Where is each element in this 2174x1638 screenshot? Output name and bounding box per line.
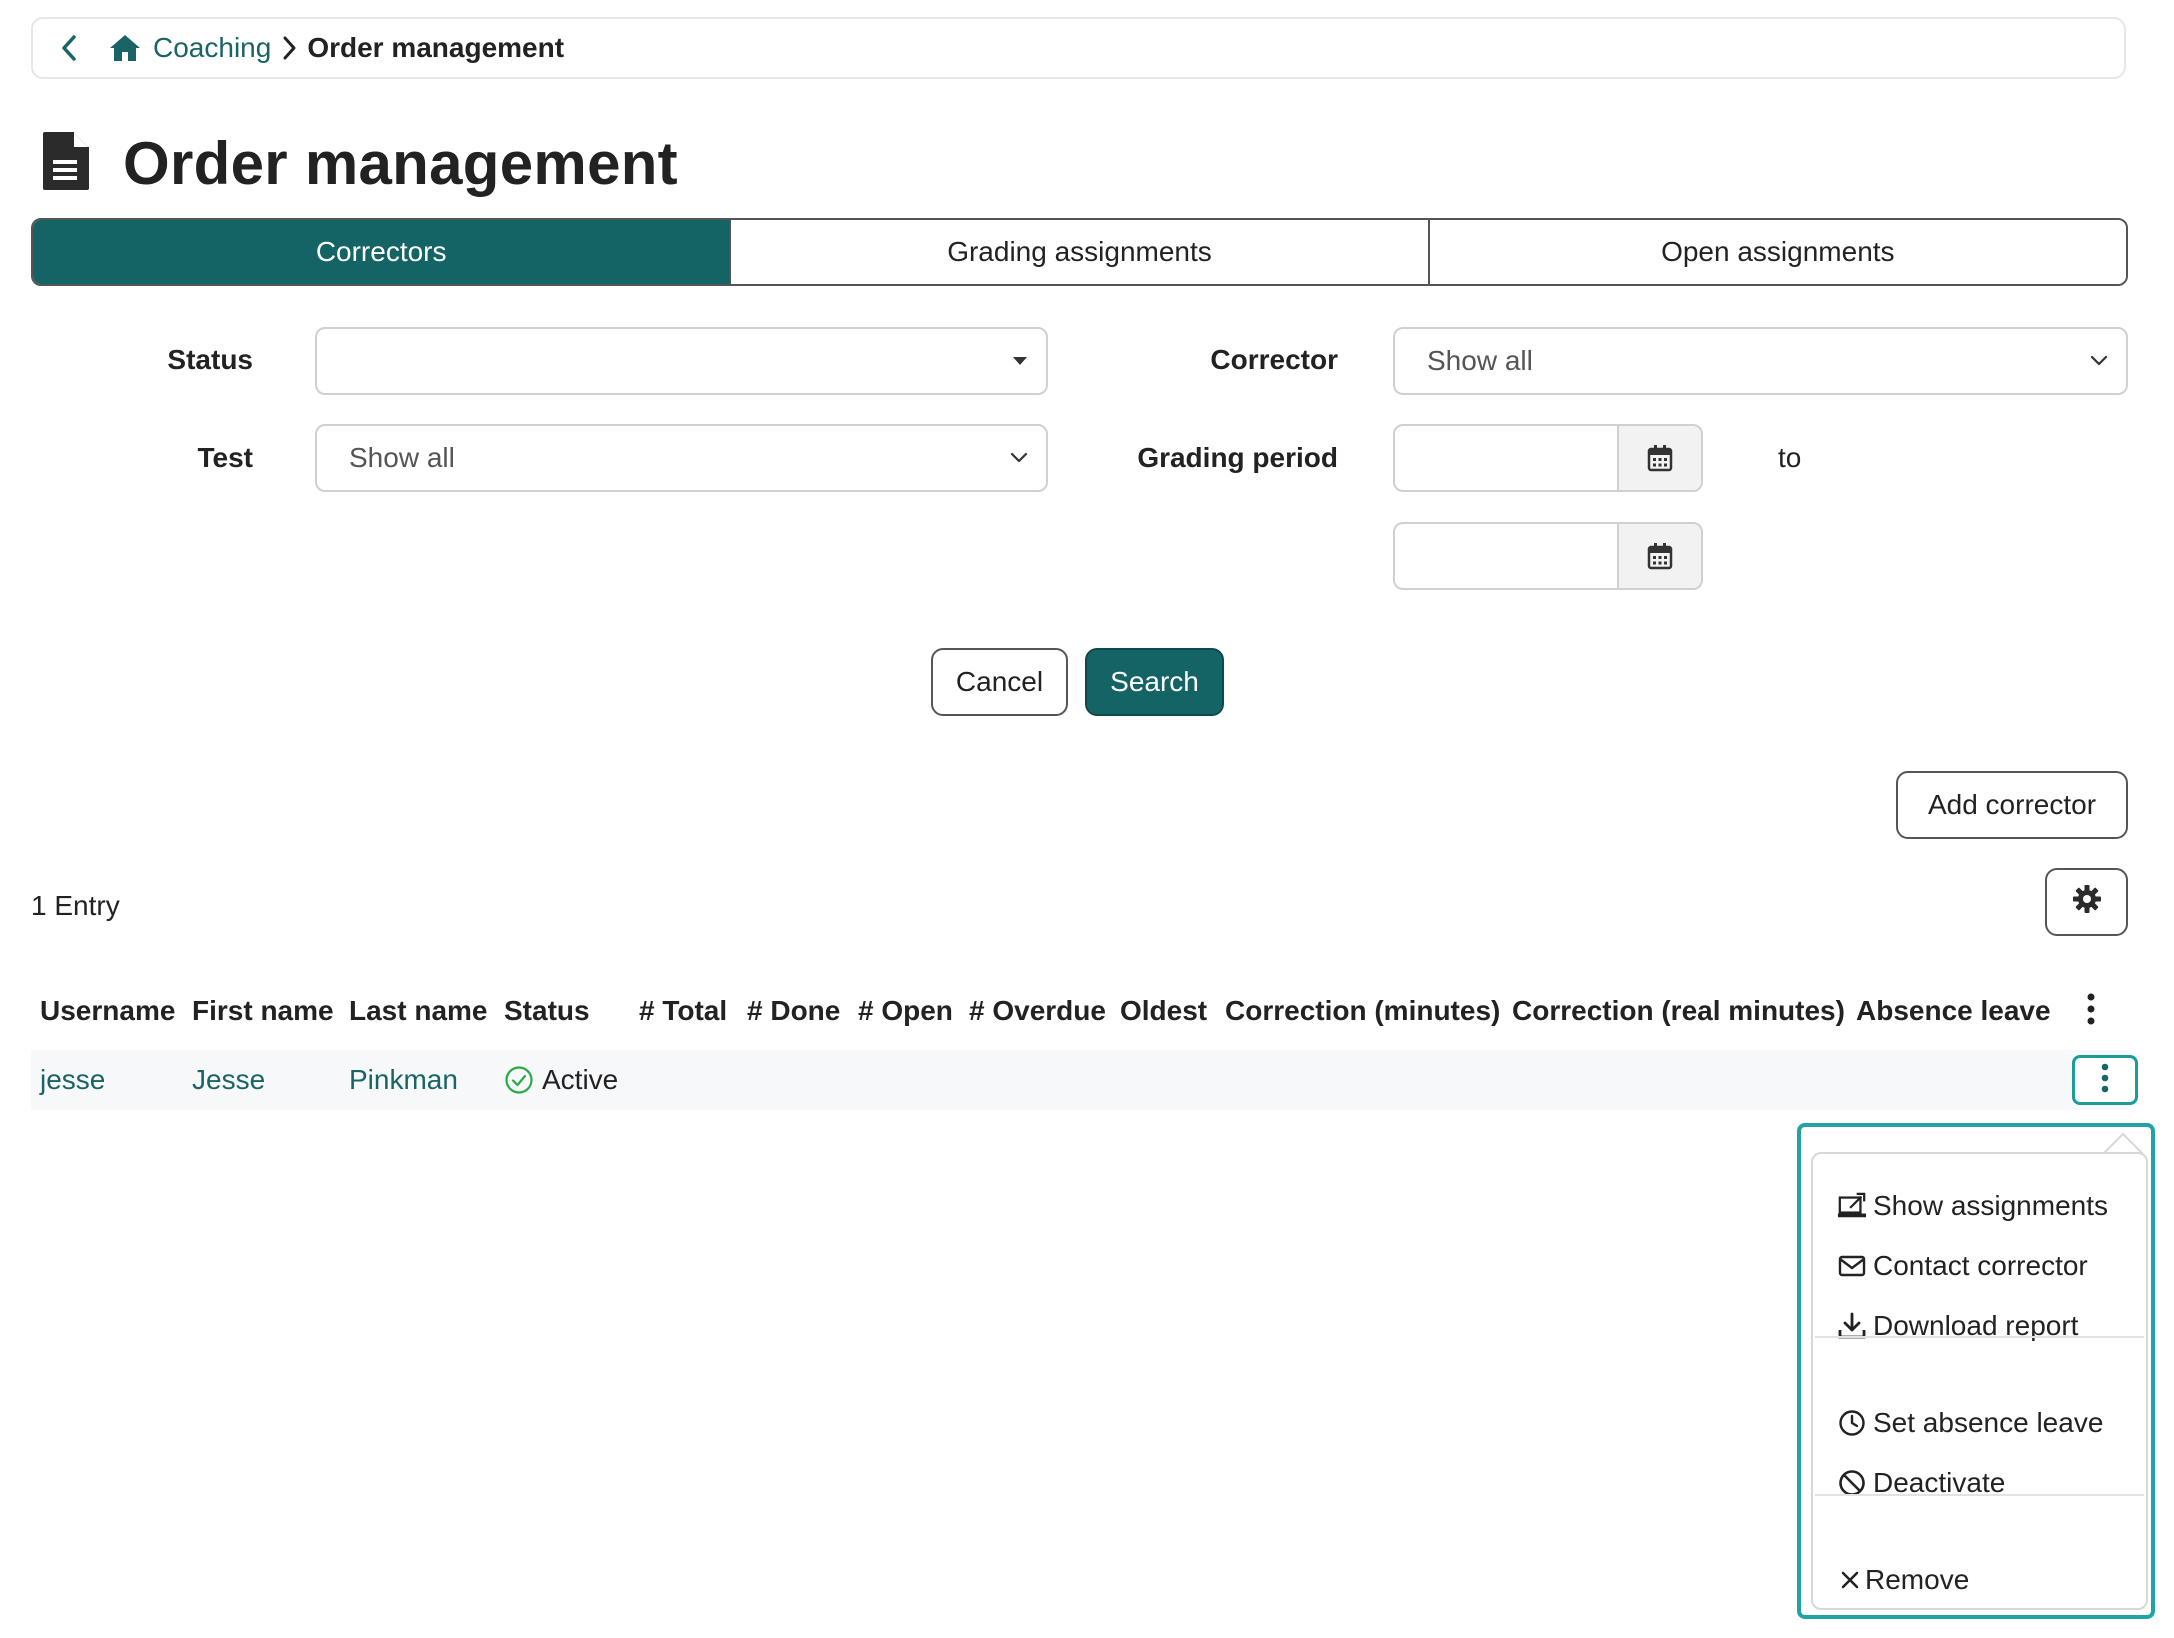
- row-actions-menu: Show assignments Contact corrector Downl…: [1811, 1152, 2148, 1610]
- column-open[interactable]: # Open: [858, 995, 953, 1027]
- column-options-icon[interactable]: [2084, 991, 2098, 1034]
- cell-first-name-link[interactable]: Jesse: [192, 1064, 265, 1096]
- gear-icon: [2072, 884, 2102, 921]
- document-icon: [41, 130, 91, 197]
- column-done[interactable]: # Done: [747, 995, 840, 1027]
- column-total[interactable]: # Total: [639, 995, 727, 1027]
- cancel-button[interactable]: Cancel: [931, 648, 1068, 716]
- cell-last-name-link[interactable]: Pinkman: [349, 1064, 458, 1096]
- menu-item-contact-corrector[interactable]: Contact corrector: [1837, 1250, 2088, 1282]
- menu-item-set-absence-leave[interactable]: Set absence leave: [1837, 1407, 2103, 1439]
- chevron-right-icon: [281, 35, 297, 61]
- show-assignments-icon: [1837, 1191, 1867, 1221]
- clock-icon: [1837, 1408, 1867, 1438]
- x-icon: [1839, 1565, 1861, 1595]
- table-settings-button[interactable]: [2045, 868, 2128, 936]
- search-button[interactable]: Search: [1085, 648, 1224, 716]
- row-actions-button[interactable]: [2072, 1055, 2138, 1105]
- column-correction-real-minutes[interactable]: Correction (real minutes): [1512, 995, 1845, 1027]
- grading-period-to[interactable]: [1393, 522, 1703, 590]
- table-row: jesse Jesse Pinkman Active: [31, 1050, 2128, 1110]
- tab-open-assignments[interactable]: Open assignments: [1429, 220, 2126, 284]
- menu-item-label: Remove: [1865, 1564, 1970, 1595]
- vertical-ellipsis-icon: [2099, 1061, 2111, 1100]
- home-icon[interactable]: [103, 28, 147, 68]
- grading-period-to-label: to: [1778, 442, 1802, 473]
- corrector-select[interactable]: Show all: [1393, 327, 2128, 395]
- dropdown-arrow: [2103, 1132, 2143, 1154]
- chevron-down-icon: [2090, 355, 2108, 367]
- menu-divider: [1815, 1336, 2144, 1338]
- menu-divider: [1815, 1494, 2144, 1496]
- test-select-value: Show all: [349, 442, 455, 473]
- chevron-left-icon[interactable]: [49, 28, 89, 68]
- status-filter-label: Status: [167, 344, 253, 375]
- envelope-icon: [1837, 1251, 1867, 1281]
- tab-bar: Correctors Grading assignments Open assi…: [31, 218, 2128, 286]
- status-select[interactable]: [315, 327, 1048, 395]
- page-header: Order management: [41, 128, 678, 198]
- chevron-down-icon: [1010, 452, 1028, 464]
- column-last-name[interactable]: Last name: [349, 995, 488, 1027]
- menu-item-label: Show assignments: [1873, 1190, 2109, 1221]
- menu-item-show-assignments[interactable]: Show assignments: [1837, 1190, 2108, 1222]
- column-username[interactable]: Username: [40, 995, 175, 1027]
- test-filter-label: Test: [197, 442, 254, 473]
- grading-period-from[interactable]: [1393, 424, 1703, 492]
- cell-status: Active: [504, 1064, 618, 1096]
- add-corrector-button[interactable]: Add corrector: [1896, 771, 2128, 839]
- tab-correctors[interactable]: Correctors: [33, 220, 732, 284]
- status-text: Active: [542, 1064, 619, 1095]
- calendar-icon[interactable]: [1617, 524, 1701, 588]
- column-status[interactable]: Status: [504, 995, 590, 1027]
- column-overdue[interactable]: # Overdue: [969, 995, 1106, 1027]
- test-select[interactable]: Show all: [315, 424, 1048, 492]
- corrector-select-value: Show all: [1427, 345, 1533, 376]
- caret-down-icon: [1012, 356, 1028, 366]
- cell-username-link[interactable]: jesse: [40, 1064, 105, 1096]
- menu-item-label: Set absence leave: [1873, 1407, 2104, 1438]
- tab-grading-assignments[interactable]: Grading assignments: [731, 220, 1430, 284]
- menu-item-remove[interactable]: Remove: [1839, 1564, 1969, 1596]
- grading-period-label: Grading period: [1137, 442, 1338, 473]
- breadcrumb-current: Order management: [307, 32, 565, 63]
- breadcrumb-coaching-link[interactable]: Coaching: [153, 32, 271, 64]
- column-first-name[interactable]: First name: [192, 995, 334, 1027]
- column-correction-minutes[interactable]: Correction (minutes): [1225, 995, 1500, 1027]
- breadcrumb: Coaching Order management: [31, 17, 2126, 79]
- table-header: Username First name Last name Status # T…: [31, 985, 2128, 1037]
- menu-item-label: Contact corrector: [1873, 1250, 2088, 1281]
- entry-count: 1 Entry: [31, 890, 120, 921]
- calendar-icon[interactable]: [1617, 426, 1701, 490]
- column-oldest[interactable]: Oldest: [1120, 995, 1207, 1027]
- corrector-filter-label: Corrector: [1210, 344, 1338, 375]
- check-circle-icon: [504, 1065, 534, 1095]
- page-title: Order management: [123, 129, 678, 197]
- column-absence-leave[interactable]: Absence leave: [1856, 995, 2051, 1027]
